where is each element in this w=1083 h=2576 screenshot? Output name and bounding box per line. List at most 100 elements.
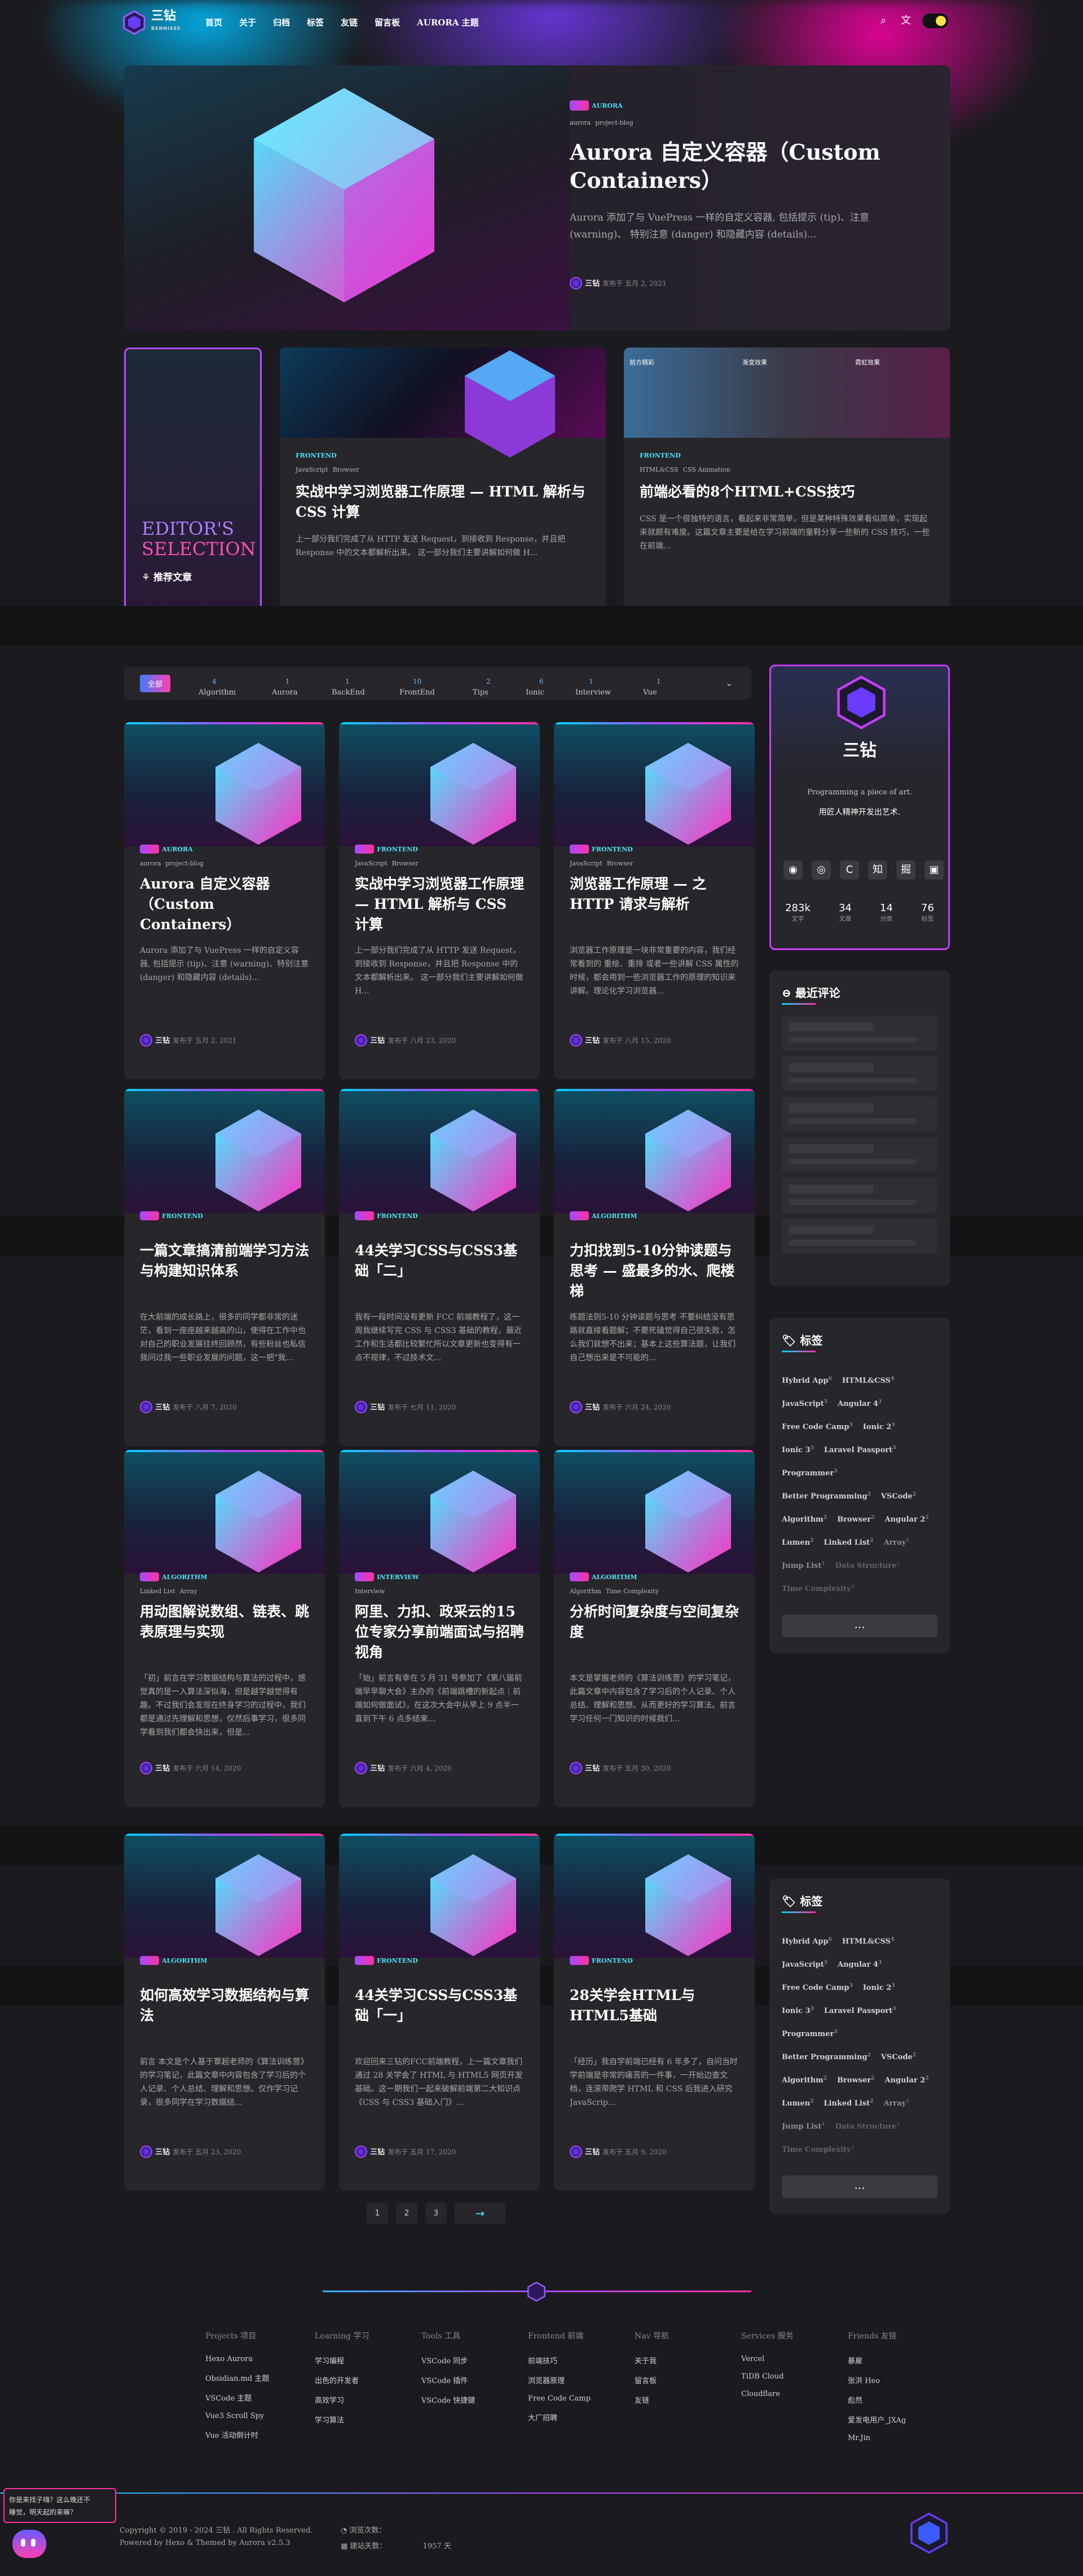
filter-item[interactable]: Tips 2: [473, 678, 491, 697]
footer-link[interactable]: 前端技巧: [528, 2355, 610, 2366]
footer-link[interactable]: 浏览器原理: [528, 2375, 610, 2385]
stat-posts[interactable]: 34 文章: [839, 902, 852, 923]
filter-item[interactable]: Vue 1: [643, 678, 661, 697]
tag-link[interactable]: Angular 43: [838, 1960, 882, 1969]
tag-link[interactable]: Linked List2: [824, 2099, 873, 2108]
stat-categories[interactable]: 14 分类: [880, 902, 893, 923]
post-tag[interactable]: aurora: [140, 860, 161, 867]
nav-link-guestbook[interactable]: 留言板: [375, 16, 400, 28]
featured-tag[interactable]: CSS Animation: [683, 466, 730, 473]
hero-title[interactable]: Aurora 自定义容器（Custom Containers）: [570, 138, 908, 195]
filter-item[interactable]: Algorithm 4: [199, 678, 236, 697]
post-card[interactable]: ALGORITHM Linked List Array 用动图解说数组、链表、跳表…: [124, 1450, 325, 1807]
hero-tag[interactable]: aurora: [570, 119, 591, 126]
search-icon[interactable]: ⌕: [877, 15, 890, 27]
tag-link[interactable]: HTML&CSS4: [842, 1937, 894, 1946]
tag-link[interactable]: Better Programming2: [782, 1492, 871, 1501]
tag-link[interactable]: Lumen2: [782, 2099, 813, 2108]
tag-link[interactable]: Data Structure1: [835, 1561, 900, 1570]
post-card[interactable]: AURORA aurora project-blog Aurora 自定义容器（C…: [124, 722, 325, 1079]
footer-link[interactable]: Vue 活动倒计时: [205, 2429, 290, 2440]
bilibili-icon[interactable]: ▣: [924, 860, 944, 880]
footer-link[interactable]: VSCode 插件: [421, 2375, 503, 2385]
featured-card[interactable]: FRONTEND JavaScript Browser 实战中学习浏览器工作原理 …: [280, 348, 606, 613]
filter-item[interactable]: Ionic 6: [526, 678, 544, 697]
featured-tag[interactable]: HTML&CSS: [640, 466, 679, 473]
footer-link[interactable]: 留言板: [635, 2375, 716, 2385]
tag-link[interactable]: Linked List2: [824, 1538, 873, 1547]
post-title[interactable]: 一篇文章搞清前端学习方法与构建知识体系: [140, 1241, 309, 1302]
tag-link[interactable]: Better Programming2: [782, 2052, 871, 2061]
footer-link[interactable]: 大厂招聘: [528, 2412, 610, 2423]
tag-link[interactable]: Programmer3: [782, 2029, 838, 2038]
post-card[interactable]: ALGORITHM 如何高效学习数据结构与算法 前言 本文是个人基于覃超老师的《…: [124, 1834, 325, 2191]
post-tag[interactable]: JavaScript: [570, 860, 602, 867]
tag-link[interactable]: Ionic 33: [782, 1445, 814, 1454]
tag-link[interactable]: Data Structure1: [835, 2122, 900, 2131]
footer-link[interactable]: Cloudflare: [741, 2390, 823, 2398]
post-tag[interactable]: Browser: [607, 860, 633, 867]
footer-link[interactable]: Vercel: [741, 2355, 823, 2363]
tag-link[interactable]: Programmer3: [782, 1469, 838, 1478]
footer-link[interactable]: 友链: [635, 2394, 716, 2405]
tag-link[interactable]: Algorithm2: [782, 1515, 827, 1524]
nav-link-about[interactable]: 关于: [239, 16, 256, 28]
tag-link[interactable]: Hybrid App6: [782, 1376, 832, 1385]
tag-link[interactable]: Ionic 33: [782, 2006, 814, 2015]
tag-link[interactable]: JavaScript5: [782, 1399, 827, 1408]
footer-link[interactable]: Mr.Jin: [848, 2434, 930, 2442]
post-title[interactable]: 实战中学习浏览器工作原理 — HTML 解析与 CSS 计算: [355, 874, 524, 935]
expand-icon[interactable]: ⌄: [725, 678, 733, 688]
featured-title[interactable]: 实战中学习浏览器工作原理 — HTML 解析与 CSS 计算: [296, 482, 589, 522]
next-page-button[interactable]: →: [455, 2203, 505, 2224]
footer-link[interactable]: VSCode 主题: [205, 2392, 290, 2403]
featured-title[interactable]: 前端必看的8个HTML+CSS技巧: [640, 482, 933, 502]
post-card[interactable]: ALGORITHM Algorithm Time Complexity 分析时间复…: [554, 1450, 755, 1807]
footer-link[interactable]: 出色的开发者: [315, 2375, 397, 2385]
footer-link[interactable]: 学习算法: [315, 2414, 397, 2425]
nav-link-theme[interactable]: AURORA 主题: [417, 16, 479, 28]
nav-link-tags[interactable]: 标签: [307, 16, 324, 28]
footer-link[interactable]: 张洪 Heo: [848, 2375, 930, 2385]
post-title[interactable]: 阿里、力扣、政采云的15位专家分享前端面试与招聘视角: [355, 1602, 524, 1663]
post-card[interactable]: FRONTEND 一篇文章搞清前端学习方法与构建知识体系 在大前端的成长路上，很…: [124, 1089, 325, 1446]
tag-link[interactable]: Browser2: [837, 2076, 874, 2085]
github-icon[interactable]: ◉: [783, 860, 803, 880]
post-category[interactable]: ALGORITHM: [592, 1212, 637, 1220]
post-tag[interactable]: Linked List: [140, 1588, 175, 1595]
featured-category[interactable]: FRONTEND: [296, 452, 337, 459]
post-category[interactable]: FRONTEND: [592, 1957, 633, 1964]
post-category[interactable]: FRONTEND: [377, 1957, 418, 1964]
nav-link-archive[interactable]: 归档: [273, 16, 290, 28]
footer-link[interactable]: 高效学习: [315, 2394, 397, 2405]
tag-link[interactable]: Time Complexity1: [782, 2145, 855, 2154]
stat-tags[interactable]: 76 标签: [921, 902, 934, 923]
post-title[interactable]: Aurora 自定义容器（Custom Containers）: [140, 874, 309, 935]
post-category[interactable]: FRONTEND: [377, 846, 418, 853]
page-2[interactable]: 2: [396, 2203, 417, 2224]
tag-link[interactable]: HTML&CSS4: [842, 1376, 894, 1385]
nav-link-home[interactable]: 首页: [205, 16, 222, 28]
more-tags-button[interactable]: ...: [782, 2175, 937, 2198]
post-card[interactable]: FRONTEND 28关学会HTML与HTML5基础 「经历」我自学前端已经有 …: [554, 1834, 755, 2191]
tag-link[interactable]: Laravel Passport3: [824, 1445, 896, 1454]
hero-card[interactable]: AURORA aurora project-blog Aurora 自定义容器（C…: [124, 65, 950, 331]
page-3[interactable]: 3: [425, 2203, 447, 2224]
post-category[interactable]: FRONTEND: [162, 1212, 203, 1220]
featured-tag[interactable]: Browser: [333, 466, 359, 473]
juejin-icon[interactable]: 掘: [896, 860, 915, 880]
tag-link[interactable]: Time Complexity1: [782, 1584, 855, 1593]
post-card[interactable]: FRONTEND JavaScript Browser 实战中学习浏览器工作原理 …: [339, 722, 540, 1079]
tag-link[interactable]: VSCode2: [881, 1492, 916, 1501]
footer-link[interactable]: 关于我: [635, 2355, 716, 2366]
post-category[interactable]: ALGORITHM: [592, 1573, 637, 1581]
filter-all[interactable]: 全部: [140, 675, 171, 692]
page-1[interactable]: 1: [367, 2203, 388, 2224]
nav-link-friends[interactable]: 友链: [341, 16, 358, 28]
tag-link[interactable]: Lumen2: [782, 1538, 813, 1547]
filter-item[interactable]: BackEnd 1: [332, 678, 365, 697]
tag-link[interactable]: Angular 43: [838, 1399, 882, 1408]
post-tag[interactable]: JavaScript: [355, 860, 388, 867]
filter-item[interactable]: Interview 1: [575, 678, 611, 697]
post-tag[interactable]: Array: [180, 1588, 197, 1595]
